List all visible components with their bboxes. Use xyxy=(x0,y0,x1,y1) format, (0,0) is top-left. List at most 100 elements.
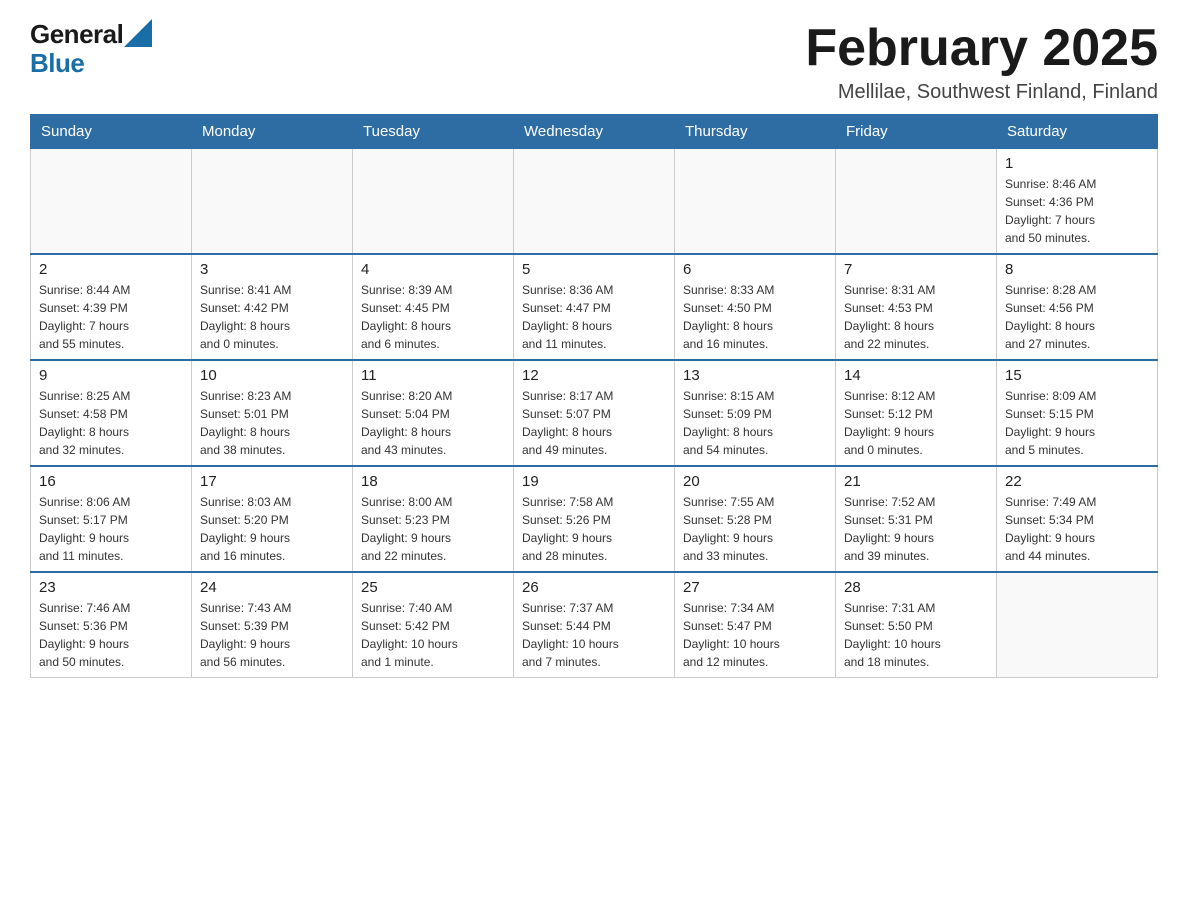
day-info: Sunrise: 8:06 AM Sunset: 5:17 PM Dayligh… xyxy=(39,493,183,565)
calendar-cell: 26 Sunrise: 7:37 AM Sunset: 5:44 PM Dayli… xyxy=(514,572,675,678)
calendar-day-header: Wednesday xyxy=(514,115,675,149)
day-number: 2 xyxy=(39,261,183,278)
day-number: 3 xyxy=(200,261,344,278)
calendar-cell: 20 Sunrise: 7:55 AM Sunset: 5:28 PM Dayli… xyxy=(675,466,836,572)
calendar-cell xyxy=(353,149,514,255)
calendar-day-header: Monday xyxy=(192,115,353,149)
day-info: Sunrise: 8:20 AM Sunset: 5:04 PM Dayligh… xyxy=(361,387,505,459)
day-number: 20 xyxy=(683,473,827,490)
calendar-cell: 16Sunrise: 8:06 AM Sunset: 5:17 PM Dayli… xyxy=(31,466,192,572)
day-number: 23 xyxy=(39,579,183,596)
calendar-week-row: 23 Sunrise: 7:46 AM Sunset: 5:36 PM Dayli… xyxy=(31,572,1158,678)
day-number: 14 xyxy=(844,367,988,384)
subtitle: Mellilae, Southwest Finland, Finland xyxy=(805,81,1158,104)
day-number: 5 xyxy=(522,261,666,278)
day-info: Sunrise: 8:09 AM Sunset: 5:15 PM Dayligh… xyxy=(1005,387,1149,459)
day-info: Sunrise: 8:03 AM Sunset: 5:20 PM Dayligh… xyxy=(200,493,344,565)
day-number: 28 xyxy=(844,579,988,596)
day-number: 1 xyxy=(1005,155,1149,172)
calendar-day-header: Friday xyxy=(836,115,997,149)
day-number: 9 xyxy=(39,367,183,384)
calendar-cell: 15 Sunrise: 8:09 AM Sunset: 5:15 PM Dayli… xyxy=(997,360,1158,466)
day-number: 11 xyxy=(361,367,505,384)
calendar-cell: 9 Sunrise: 8:25 AM Sunset: 4:58 PM Daylig… xyxy=(31,360,192,466)
calendar-cell: 28 Sunrise: 7:31 AM Sunset: 5:50 PM Dayli… xyxy=(836,572,997,678)
day-number: 27 xyxy=(683,579,827,596)
calendar-cell: 24Sunrise: 7:43 AM Sunset: 5:39 PM Dayli… xyxy=(192,572,353,678)
calendar-cell xyxy=(514,149,675,255)
calendar-cell: 13 Sunrise: 8:15 AM Sunset: 5:09 PM Dayli… xyxy=(675,360,836,466)
calendar-cell: 21Sunrise: 7:52 AM Sunset: 5:31 PM Dayli… xyxy=(836,466,997,572)
calendar-week-row: 16Sunrise: 8:06 AM Sunset: 5:17 PM Dayli… xyxy=(31,466,1158,572)
calendar-cell xyxy=(675,149,836,255)
calendar-cell xyxy=(192,149,353,255)
calendar-cell: 4 Sunrise: 8:39 AM Sunset: 4:45 PM Daylig… xyxy=(353,254,514,360)
day-number: 26 xyxy=(522,579,666,596)
day-number: 15 xyxy=(1005,367,1149,384)
day-info: Sunrise: 7:40 AM Sunset: 5:42 PM Dayligh… xyxy=(361,599,505,671)
day-info: Sunrise: 7:52 AM Sunset: 5:31 PM Dayligh… xyxy=(844,493,988,565)
calendar-cell: 7 Sunrise: 8:31 AM Sunset: 4:53 PM Daylig… xyxy=(836,254,997,360)
day-info: Sunrise: 8:33 AM Sunset: 4:50 PM Dayligh… xyxy=(683,281,827,353)
page-header: General Blue February 2025 Mellilae, Sou… xyxy=(30,20,1158,104)
day-info: Sunrise: 8:25 AM Sunset: 4:58 PM Dayligh… xyxy=(39,387,183,459)
day-number: 4 xyxy=(361,261,505,278)
calendar-cell xyxy=(836,149,997,255)
day-info: Sunrise: 8:28 AM Sunset: 4:56 PM Dayligh… xyxy=(1005,281,1149,353)
calendar-day-header: Saturday xyxy=(997,115,1158,149)
calendar-cell xyxy=(997,572,1158,678)
day-info: Sunrise: 7:46 AM Sunset: 5:36 PM Dayligh… xyxy=(39,599,183,671)
day-info: Sunrise: 8:39 AM Sunset: 4:45 PM Dayligh… xyxy=(361,281,505,353)
main-title: February 2025 xyxy=(805,20,1158,77)
title-section: February 2025 Mellilae, Southwest Finlan… xyxy=(805,20,1158,104)
calendar-cell: 17 Sunrise: 8:03 AM Sunset: 5:20 PM Dayli… xyxy=(192,466,353,572)
day-info: Sunrise: 8:23 AM Sunset: 5:01 PM Dayligh… xyxy=(200,387,344,459)
calendar-cell: 3Sunrise: 8:41 AM Sunset: 4:42 PM Daylig… xyxy=(192,254,353,360)
day-number: 6 xyxy=(683,261,827,278)
calendar-cell: 27 Sunrise: 7:34 AM Sunset: 5:47 PM Dayli… xyxy=(675,572,836,678)
day-info: Sunrise: 7:58 AM Sunset: 5:26 PM Dayligh… xyxy=(522,493,666,565)
calendar-cell: 5Sunrise: 8:36 AM Sunset: 4:47 PM Daylig… xyxy=(514,254,675,360)
calendar-cell: 2 Sunrise: 8:44 AM Sunset: 4:39 PM Daylig… xyxy=(31,254,192,360)
day-info: Sunrise: 8:44 AM Sunset: 4:39 PM Dayligh… xyxy=(39,281,183,353)
calendar-cell xyxy=(31,149,192,255)
day-number: 22 xyxy=(1005,473,1149,490)
calendar-cell: 8 Sunrise: 8:28 AM Sunset: 4:56 PM Daylig… xyxy=(997,254,1158,360)
day-number: 10 xyxy=(200,367,344,384)
day-number: 25 xyxy=(361,579,505,596)
day-info: Sunrise: 8:31 AM Sunset: 4:53 PM Dayligh… xyxy=(844,281,988,353)
calendar-cell: 11 Sunrise: 8:20 AM Sunset: 5:04 PM Dayli… xyxy=(353,360,514,466)
day-number: 17 xyxy=(200,473,344,490)
day-info: Sunrise: 8:15 AM Sunset: 5:09 PM Dayligh… xyxy=(683,387,827,459)
calendar-cell: 25 Sunrise: 7:40 AM Sunset: 5:42 PM Dayli… xyxy=(353,572,514,678)
day-number: 13 xyxy=(683,367,827,384)
day-info: Sunrise: 8:12 AM Sunset: 5:12 PM Dayligh… xyxy=(844,387,988,459)
calendar-day-header: Tuesday xyxy=(353,115,514,149)
calendar-cell: 12 Sunrise: 8:17 AM Sunset: 5:07 PM Dayli… xyxy=(514,360,675,466)
calendar-cell: 1 Sunrise: 8:46 AM Sunset: 4:36 PM Daylig… xyxy=(997,149,1158,255)
day-info: Sunrise: 7:31 AM Sunset: 5:50 PM Dayligh… xyxy=(844,599,988,671)
calendar-cell: 10 Sunrise: 8:23 AM Sunset: 5:01 PM Dayli… xyxy=(192,360,353,466)
calendar-cell: 18 Sunrise: 8:00 AM Sunset: 5:23 PM Dayli… xyxy=(353,466,514,572)
calendar-day-header: Sunday xyxy=(31,115,192,149)
day-info: Sunrise: 7:55 AM Sunset: 5:28 PM Dayligh… xyxy=(683,493,827,565)
day-info: Sunrise: 8:46 AM Sunset: 4:36 PM Dayligh… xyxy=(1005,175,1149,247)
calendar-cell: 6 Sunrise: 8:33 AM Sunset: 4:50 PM Daylig… xyxy=(675,254,836,360)
day-number: 12 xyxy=(522,367,666,384)
day-info: Sunrise: 8:00 AM Sunset: 5:23 PM Dayligh… xyxy=(361,493,505,565)
calendar-cell: 23 Sunrise: 7:46 AM Sunset: 5:36 PM Dayli… xyxy=(31,572,192,678)
calendar-cell: 14 Sunrise: 8:12 AM Sunset: 5:12 PM Dayli… xyxy=(836,360,997,466)
logo-triangle-icon xyxy=(124,19,152,47)
day-info: Sunrise: 7:34 AM Sunset: 5:47 PM Dayligh… xyxy=(683,599,827,671)
day-info: Sunrise: 7:37 AM Sunset: 5:44 PM Dayligh… xyxy=(522,599,666,671)
logo-general-text: General xyxy=(30,20,123,49)
day-number: 8 xyxy=(1005,261,1149,278)
day-info: Sunrise: 8:17 AM Sunset: 5:07 PM Dayligh… xyxy=(522,387,666,459)
calendar-table: SundayMondayTuesdayWednesdayThursdayFrid… xyxy=(30,114,1158,678)
day-number: 18 xyxy=(361,473,505,490)
calendar-week-row: 2 Sunrise: 8:44 AM Sunset: 4:39 PM Daylig… xyxy=(31,254,1158,360)
day-info: Sunrise: 7:49 AM Sunset: 5:34 PM Dayligh… xyxy=(1005,493,1149,565)
day-number: 24 xyxy=(200,579,344,596)
calendar-day-header: Thursday xyxy=(675,115,836,149)
day-number: 7 xyxy=(844,261,988,278)
